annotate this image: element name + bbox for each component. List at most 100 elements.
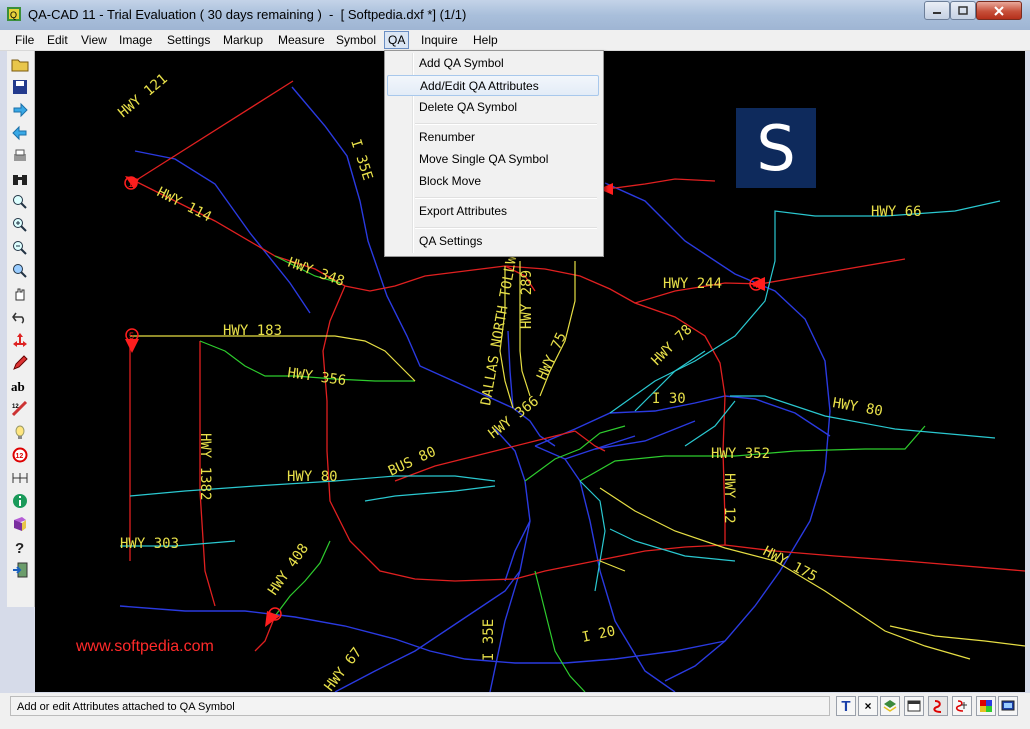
map-label: HWY 175 xyxy=(760,543,820,585)
map-label: HWY 66 xyxy=(871,204,922,220)
help-icon[interactable]: ? xyxy=(9,536,31,558)
menu-renumber[interactable]: Renumber xyxy=(387,127,599,148)
menu-delete-qa-symbol[interactable]: Delete QA Symbol xyxy=(387,97,599,118)
softpedia-link: www.softpedia.com xyxy=(76,638,214,655)
menu-view[interactable]: View xyxy=(78,32,110,48)
menu-add-qa-symbol[interactable]: Add QA Symbol xyxy=(387,53,599,74)
map-label: HWY 121 xyxy=(115,71,170,121)
text-icon[interactable]: ab xyxy=(9,375,31,397)
menu-measure[interactable]: Measure xyxy=(275,32,328,48)
text-toggle-button[interactable]: T xyxy=(836,696,856,716)
status-bar: Add or edit Attributes attached to QA Sy… xyxy=(0,693,1030,729)
menu-help[interactable]: Help xyxy=(470,32,501,48)
menu-edit[interactable]: Edit xyxy=(44,32,71,48)
map-label: DALLAS NORTH TOLLWAY xyxy=(478,237,523,406)
bulb-icon[interactable] xyxy=(9,421,31,443)
info-icon[interactable] xyxy=(9,490,31,512)
maximize-button[interactable] xyxy=(950,1,976,20)
zoom-window-icon[interactable] xyxy=(9,260,31,282)
close-button[interactable] xyxy=(976,1,1022,20)
map-label: HWY 12 xyxy=(721,473,737,524)
map-label: HWY 1382 xyxy=(197,433,213,500)
menu-markup[interactable]: Markup xyxy=(220,32,266,48)
menu-block-move[interactable]: Block Move xyxy=(387,171,599,192)
open-icon[interactable] xyxy=(9,53,31,75)
undo-icon[interactable] xyxy=(9,306,31,328)
color-icon[interactable] xyxy=(976,696,996,716)
zoom-out-icon[interactable] xyxy=(9,237,31,259)
map-label: HWY 289 xyxy=(519,270,535,329)
svg-text:?: ? xyxy=(15,540,24,555)
svg-text:Q: Q xyxy=(10,10,17,20)
title-bar: Q QA-CAD 11 - Trial Evaluation ( 30 days… xyxy=(0,0,1030,31)
qa-red-icon[interactable] xyxy=(928,696,948,716)
menu-separator xyxy=(415,197,597,199)
zoom-icon[interactable] xyxy=(9,191,31,213)
move-icon[interactable] xyxy=(9,329,31,351)
svg-text:4: 4 xyxy=(753,280,758,290)
zoom-in-icon[interactable] xyxy=(9,214,31,236)
map-label: I 30 xyxy=(652,391,686,407)
svg-text:ab: ab xyxy=(11,379,25,394)
qa-symbol-icon[interactable]: 12 xyxy=(9,444,31,466)
layer-icon[interactable] xyxy=(880,696,900,716)
ruler-icon[interactable]: 12 xyxy=(9,398,31,420)
forward-arrow-icon[interactable] xyxy=(9,99,31,121)
minimize-button[interactable] xyxy=(924,1,950,20)
map-label: I 35E xyxy=(347,137,375,182)
svg-text:12: 12 xyxy=(12,404,19,410)
map-label: I 20 xyxy=(581,623,617,646)
menu-add-edit-qa-attributes[interactable]: Add/Edit QA Attributes xyxy=(387,75,599,96)
qa-multi-icon[interactable] xyxy=(952,696,972,716)
back-arrow-icon[interactable] xyxy=(9,122,31,144)
menu-file[interactable]: File xyxy=(12,32,37,48)
softpedia-logo: S xyxy=(736,108,816,188)
window-title: QA-CAD 11 - Trial Evaluation ( 30 days r… xyxy=(28,7,467,22)
pencil-icon[interactable] xyxy=(9,352,31,374)
save-icon[interactable] xyxy=(9,76,31,98)
map-label: HWY 348 xyxy=(286,255,347,290)
map-label: HWY 80 xyxy=(287,469,338,485)
map-label: HWY 244 xyxy=(663,276,722,292)
binoculars-icon[interactable] xyxy=(9,168,31,190)
book-icon[interactable] xyxy=(9,513,31,535)
close-icon xyxy=(994,5,1004,16)
menu-image[interactable]: Image xyxy=(116,32,155,48)
svg-text:1: 1 xyxy=(128,179,133,189)
svg-text:12: 12 xyxy=(16,453,24,460)
qa-marker-1[interactable]: 1 xyxy=(124,176,139,190)
menu-move-single-qa-symbol[interactable]: Move Single QA Symbol xyxy=(387,149,599,170)
map-label: HWY 75 xyxy=(534,330,570,383)
dimension-icon[interactable] xyxy=(9,467,31,489)
map-label: HWY 408 xyxy=(265,541,312,599)
maximize-icon xyxy=(958,5,968,15)
screen-icon[interactable] xyxy=(998,696,1018,716)
menu-separator xyxy=(415,123,597,125)
qa-menu-dropdown: Add QA Symbol Add/Edit QA Attributes Del… xyxy=(384,50,604,257)
qa-marker-4[interactable]: 4 xyxy=(749,277,765,291)
pan-hand-icon[interactable] xyxy=(9,283,31,305)
map-label: HWY 352 xyxy=(711,446,770,462)
print-icon[interactable] xyxy=(9,145,31,167)
qa-marker-5[interactable]: 5 xyxy=(125,328,139,353)
status-message: Add or edit Attributes attached to QA Sy… xyxy=(10,696,830,716)
menu-settings[interactable]: Settings xyxy=(164,32,213,48)
exit-icon[interactable] xyxy=(9,559,31,581)
map-label: I 35E xyxy=(481,619,497,661)
cancel-toggle-button[interactable]: × xyxy=(858,696,878,716)
menu-symbol[interactable]: Symbol xyxy=(333,32,379,48)
menu-export-attributes[interactable]: Export Attributes xyxy=(387,201,599,222)
map-label: HWY 80 xyxy=(831,395,884,420)
svg-text:5: 5 xyxy=(129,331,134,341)
menu-separator xyxy=(415,227,597,229)
map-label: HWY 114 xyxy=(154,184,214,225)
window-icon[interactable] xyxy=(904,696,924,716)
minimize-icon xyxy=(933,11,941,14)
menu-bar: File Edit View Image Settings Markup Mea… xyxy=(0,30,1030,51)
menu-inquire[interactable]: Inquire xyxy=(418,32,461,48)
map-label: HWY 303 xyxy=(120,536,179,552)
app-icon[interactable]: Q xyxy=(6,6,22,22)
menu-qa[interactable]: QA xyxy=(384,31,410,49)
menu-qa-settings[interactable]: QA Settings xyxy=(387,231,599,252)
map-label: HWY 356 xyxy=(286,365,347,389)
